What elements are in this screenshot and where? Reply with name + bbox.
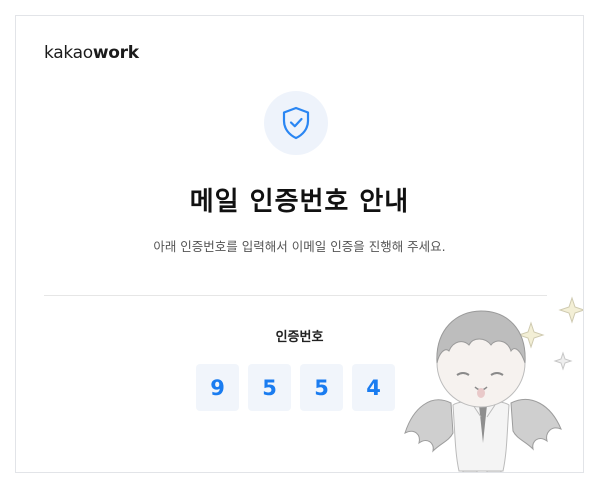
shield-check-icon — [282, 106, 310, 140]
sparkle-icon — [553, 351, 573, 371]
code-digit: 9 — [196, 364, 239, 411]
code-digit: 5 — [300, 364, 343, 411]
page-title: 메일 인증번호 안내 — [189, 187, 410, 217]
code-digit: 4 — [352, 364, 395, 411]
shield-badge — [264, 91, 328, 155]
sparkle-icon — [558, 296, 583, 324]
logo-text-light: kakao — [44, 43, 93, 63]
devil-mascot-illustration — [404, 296, 583, 472]
description-text: 아래 인증번호를 입력해서 이메일 인증을 진행해 주세요. — [153, 239, 446, 254]
verification-code: 9 5 5 4 — [196, 364, 395, 411]
logo-text-bold: work — [92, 43, 139, 63]
kakaowork-logo: kakaowork — [44, 43, 139, 63]
email-card: kakaowork 메일 인증번호 안내 아래 인증번호를 입력해서 이메일 인… — [15, 15, 584, 473]
code-digit: 5 — [248, 364, 291, 411]
